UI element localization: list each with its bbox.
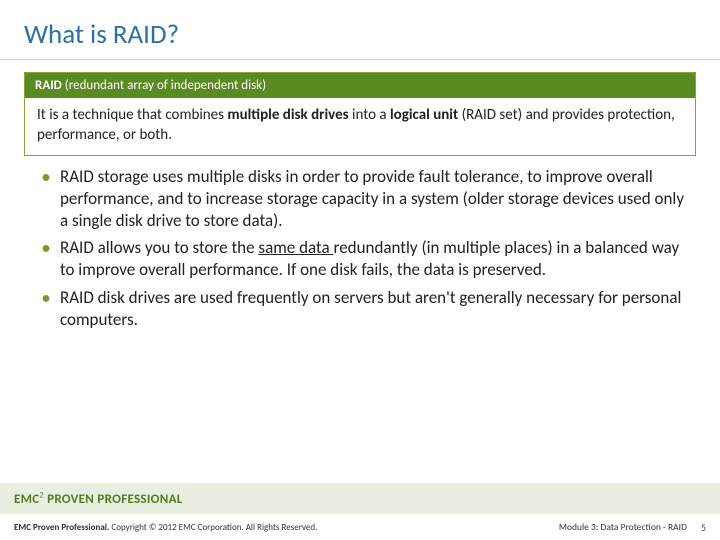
bullet2-pre: RAID allows you to store the [60,237,258,258]
definition-term: RAID [35,78,65,93]
footer-right: Module 3: Data Protection - RAID 5 [559,521,706,534]
bullet2-underline: same data [258,237,333,258]
title-divider [0,59,720,60]
module-label: Module 3: Data Protection - RAID [559,521,687,533]
list-item: • RAID storage uses multiple disks in or… [42,166,690,231]
defbody-bold1: multiple disk drives [227,106,348,124]
definition-header: RAID (redundant array of independent dis… [25,73,695,98]
copyright-text: EMC Proven Professional. Copyright © 201… [14,522,317,533]
defbody-pre: It is a technique that combines [37,106,227,124]
definition-box: RAID (redundant array of independent dis… [24,72,696,156]
list-item: • RAID disk drives are used frequently o… [42,287,690,331]
copyright-footer: EMC Proven Professional. Copyright © 201… [0,514,720,540]
page-number: 5 [701,521,706,534]
definition-expansion: (redundant array of independent disk) [65,78,266,93]
bullet-text-1: RAID storage uses multiple disks in orde… [60,166,690,231]
slide: What is RAID? RAID (redundant array of i… [0,0,720,540]
list-item: • RAID allows you to store the same data… [42,237,690,281]
brand-text: EMC2 PROVEN PROFESSIONAL [14,492,183,507]
definition-body: It is a technique that combines multiple… [25,98,695,155]
bullet-icon: • [42,289,50,308]
defbody-mid: into a [349,106,390,124]
copyright-rest: Copyright © 2012 EMC Corporation. All Ri… [109,522,317,533]
bullet-icon: • [42,239,50,258]
bullet-text-3: RAID disk drives are used frequently on … [60,287,690,331]
copyright-bold: EMC Proven Professional. [14,522,109,533]
bullet-list: • RAID storage uses multiple disks in or… [42,166,690,330]
brand-post: PROVEN PROFESSIONAL [44,492,183,507]
bullet-text-2: RAID allows you to store the same data r… [60,237,690,281]
defbody-bold2: logical unit [390,106,458,124]
brand-footer: EMC2 PROVEN PROFESSIONAL [0,483,720,514]
slide-title: What is RAID? [0,0,720,57]
bullet-icon: • [42,168,50,187]
brand-pre: EMC [14,492,40,507]
